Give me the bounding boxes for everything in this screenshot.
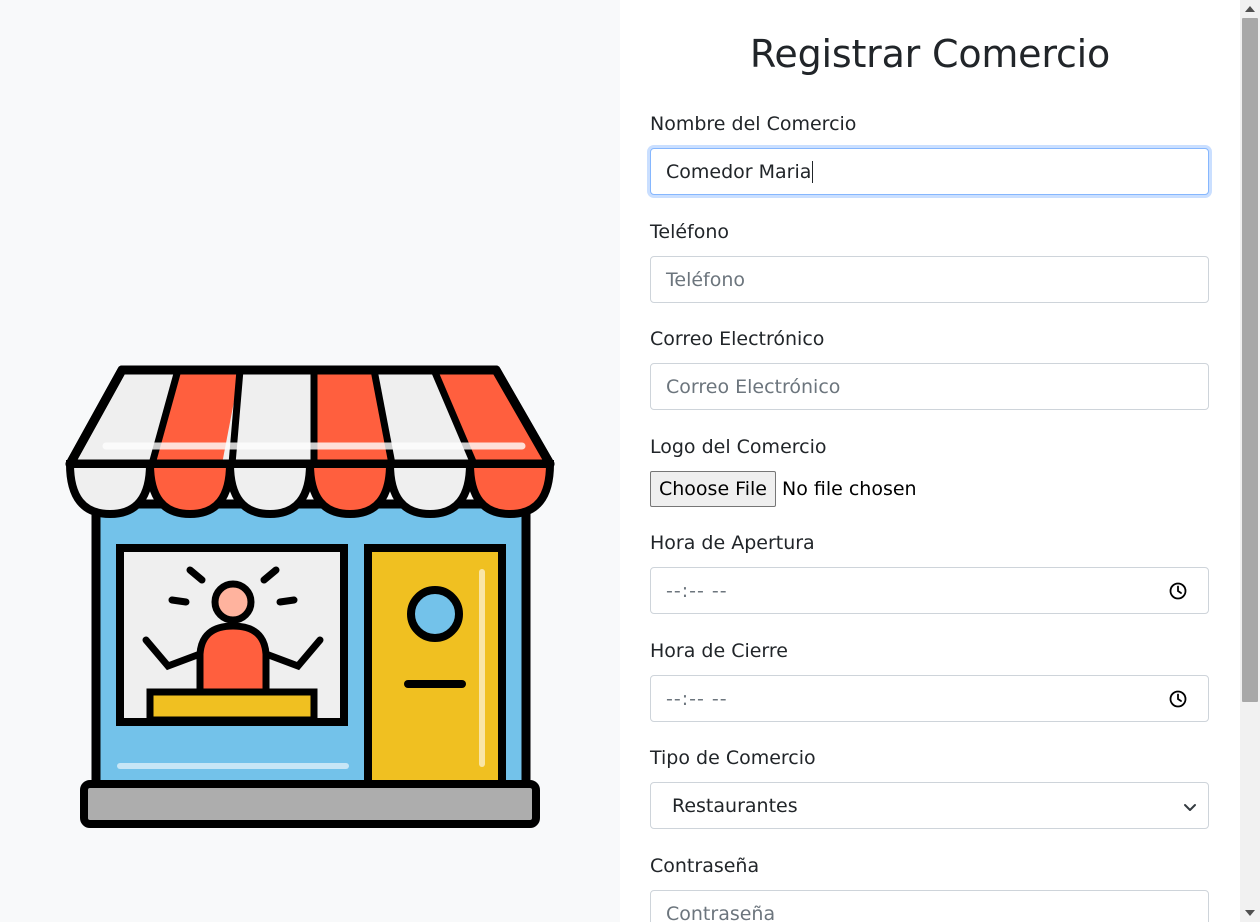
closing-time-value: --:-- -- — [666, 687, 728, 710]
scrollbar-thumb[interactable] — [1242, 18, 1258, 702]
text-caret — [812, 160, 814, 183]
page-title: Registrar Comercio — [749, 32, 1111, 76]
logo-label: Logo del Comercio — [650, 436, 827, 458]
register-form: Registrar Comercio Nombre del Comercio C… — [620, 0, 1240, 922]
clock-icon[interactable] — [1168, 689, 1188, 709]
scroll-down-arrow[interactable] — [1244, 908, 1256, 918]
password-placeholder: Contraseña — [666, 902, 776, 922]
password-input[interactable]: Contraseña — [650, 890, 1209, 922]
logo-file-input[interactable]: Choose File No file chosen — [650, 471, 917, 507]
choose-file-button[interactable]: Choose File — [650, 471, 776, 507]
email-placeholder: Correo Electrónico — [666, 375, 841, 398]
opening-time-value: --:-- -- — [666, 579, 728, 602]
chevron-down-icon — [1184, 804, 1196, 811]
business-type-select[interactable]: Restaurantes — [650, 782, 1209, 829]
file-status: No file chosen — [781, 478, 917, 500]
closing-time-label: Hora de Cierre — [650, 640, 788, 662]
name-input[interactable]: Comedor Maria — [650, 148, 1209, 195]
closing-time-input[interactable]: --:-- -- — [650, 675, 1209, 722]
opening-time-input[interactable]: --:-- -- — [650, 567, 1209, 614]
scroll-up-arrow[interactable] — [1244, 4, 1256, 14]
clock-icon[interactable] — [1168, 581, 1188, 601]
name-input-value: Comedor Maria — [666, 160, 812, 183]
opening-time-label: Hora de Apertura — [650, 532, 815, 554]
illustration-pane — [0, 0, 620, 922]
phone-placeholder: Teléfono — [666, 268, 746, 291]
phone-input[interactable]: Teléfono — [650, 256, 1209, 303]
business-type-selected: Restaurantes — [672, 794, 798, 817]
business-type-label: Tipo de Comercio — [650, 747, 816, 769]
name-label: Nombre del Comercio — [650, 113, 857, 135]
email-input[interactable]: Correo Electrónico — [650, 363, 1209, 410]
password-label: Contraseña — [650, 855, 760, 877]
phone-label: Teléfono — [650, 221, 730, 243]
email-label: Correo Electrónico — [650, 328, 825, 350]
storefront-icon — [65, 365, 555, 828]
